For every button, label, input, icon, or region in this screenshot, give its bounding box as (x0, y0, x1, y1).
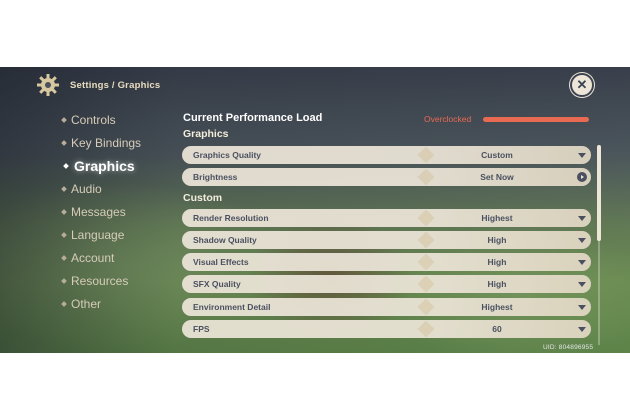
setting-label: Render Resolution (193, 213, 269, 223)
setting-value: Highest (481, 213, 513, 223)
diamond-bullet-icon (61, 186, 67, 192)
diamond-bullet-icon (61, 278, 67, 284)
setting-value: High (487, 257, 507, 267)
diamond-bullet-icon (61, 140, 67, 146)
settings-header: Settings / Graphics (36, 73, 160, 97)
setting-label: Visual Effects (193, 257, 249, 267)
setting-value: Highest (481, 302, 513, 312)
decorative-star-icon (417, 231, 435, 249)
sidebar-item-messages[interactable]: Messages (61, 201, 141, 224)
setting-row-environment-detail[interactable]: Environment Detail Highest (182, 298, 591, 316)
setting-value: 60 (492, 324, 502, 334)
decorative-star-icon (417, 146, 435, 164)
sidebar-item-label: Controls (71, 113, 116, 127)
sidebar-item-label: Resources (71, 274, 129, 288)
setting-row-visual-effects[interactable]: Visual Effects High (182, 253, 591, 271)
sidebar-item-label: Messages (71, 205, 126, 219)
performance-load-label: Current Performance Load (183, 112, 323, 124)
close-button[interactable]: ✕ (570, 73, 594, 97)
chevron-down-icon[interactable] (578, 153, 586, 158)
sidebar-item-label: Audio (71, 182, 102, 196)
performance-status: Overclocked (424, 114, 472, 124)
close-icon: ✕ (576, 77, 588, 92)
setting-label: Environment Detail (193, 302, 271, 312)
sidebar-item-audio[interactable]: Audio (61, 178, 141, 201)
setting-row-graphics-quality[interactable]: Graphics Quality Custom (182, 146, 591, 164)
setting-row-render-resolution[interactable]: Render Resolution Highest (182, 209, 591, 227)
scrollbar-thumb[interactable] (597, 145, 601, 241)
setting-label: SFX Quality (193, 279, 241, 289)
setting-label: Brightness (193, 172, 238, 182)
setting-label: FPS (193, 324, 210, 334)
section-heading-custom: Custom (183, 192, 223, 204)
sidebar-item-key-bindings[interactable]: Key Bindings (61, 132, 142, 155)
breadcrumb: Settings / Graphics (70, 79, 161, 91)
sidebar-item-label: Key Bindings (71, 136, 142, 150)
decorative-star-icon (417, 298, 435, 316)
sidebar-item-account[interactable]: Account (61, 247, 141, 270)
settings-sidebar: Controls Key Bindings Graphics Audio Mes… (61, 109, 142, 316)
diamond-bullet-icon (61, 117, 67, 123)
decorative-star-icon (417, 209, 435, 227)
sidebar-item-label: Graphics (74, 158, 135, 174)
setting-row-brightness[interactable]: Brightness Set Now (182, 168, 591, 186)
diamond-bullet-icon (61, 232, 67, 238)
setting-label: Shadow Quality (193, 235, 257, 245)
game-settings-screen: Settings / Graphics ✕ Controls Key Bindi… (0, 67, 630, 353)
sidebar-item-controls[interactable]: Controls (61, 109, 141, 132)
gear-icon (37, 74, 59, 96)
section-heading-graphics: Graphics (183, 128, 229, 140)
setting-value: High (487, 235, 507, 245)
sidebar-item-label: Account (71, 251, 115, 265)
diamond-bullet-icon (61, 255, 67, 261)
chevron-down-icon[interactable] (578, 305, 586, 310)
chevron-down-icon[interactable] (578, 216, 586, 221)
chevron-down-icon[interactable] (578, 260, 586, 265)
diamond-bullet-icon (61, 301, 67, 307)
sidebar-item-label: Other (71, 297, 102, 311)
sidebar-item-graphics[interactable]: Graphics (62, 155, 141, 178)
setting-row-fps[interactable]: FPS 60 (182, 320, 591, 338)
setting-value: High (487, 279, 507, 289)
sidebar-item-other[interactable]: Other (61, 293, 141, 316)
setting-row-sfx-quality[interactable]: SFX Quality High (182, 275, 591, 293)
sidebar-item-resources[interactable]: Resources (61, 270, 141, 293)
chevron-down-icon[interactable] (578, 327, 586, 332)
uid-label: UID: 804896955 (543, 344, 594, 351)
setting-label: Graphics Quality (193, 150, 262, 160)
chevron-down-icon[interactable] (578, 238, 586, 243)
sidebar-item-language[interactable]: Language (61, 224, 141, 247)
decorative-star-icon (417, 253, 435, 271)
diamond-bullet-icon (61, 209, 67, 215)
diamond-bullet-icon (63, 163, 69, 169)
play-circle-icon[interactable] (577, 172, 587, 182)
decorative-star-icon (417, 168, 435, 186)
setting-value: Custom (481, 150, 513, 160)
decorative-star-icon (417, 320, 435, 338)
setting-row-shadow-quality[interactable]: Shadow Quality High (182, 231, 591, 249)
setting-value: Set Now (480, 172, 514, 182)
decorative-star-icon (417, 275, 435, 293)
chevron-down-icon[interactable] (578, 282, 586, 287)
performance-load-bar (483, 117, 589, 122)
sidebar-item-label: Language (71, 228, 125, 242)
